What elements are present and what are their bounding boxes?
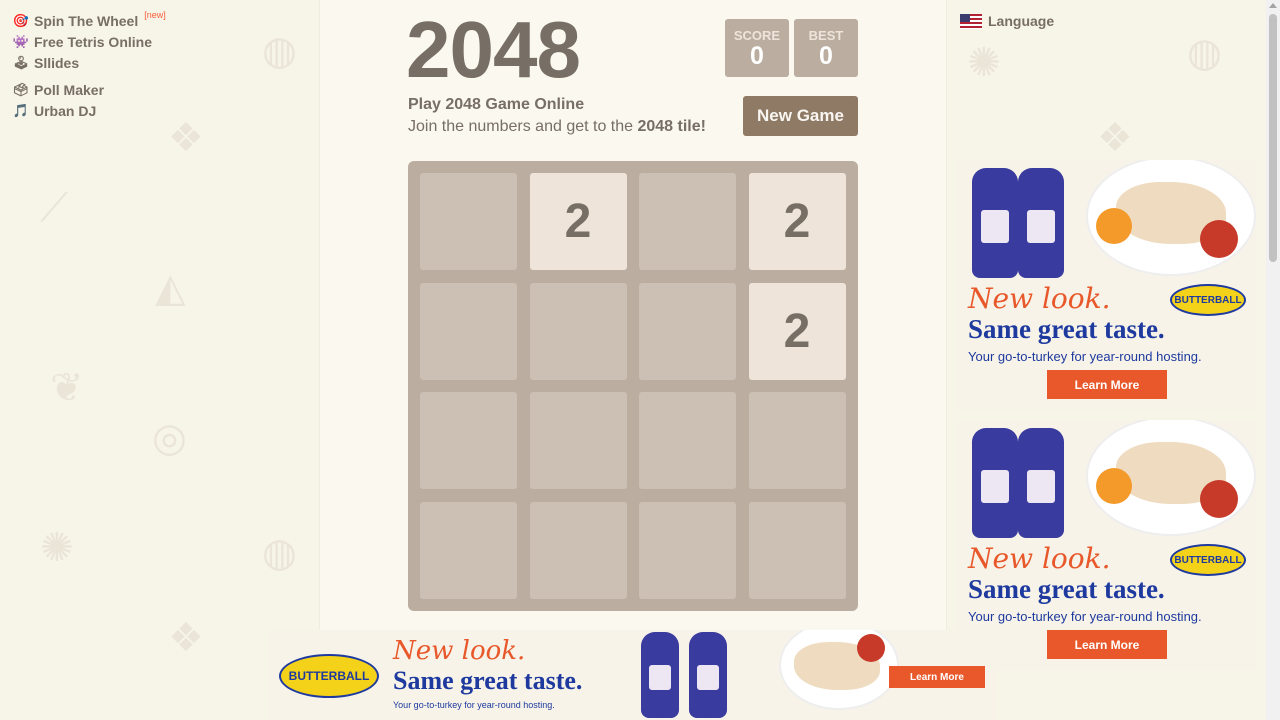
blood-orange-image (857, 634, 885, 662)
grid-cell (529, 282, 627, 380)
scroll-up-arrow-icon[interactable] (1269, 3, 1277, 8)
grid-cell (639, 173, 736, 270)
menu-item-label: Urban DJ (34, 102, 97, 119)
product-package-icon (972, 168, 1018, 278)
product-package-icon (689, 632, 727, 718)
product-package-icon (1018, 428, 1064, 538)
page-scrollbar[interactable] (1266, 0, 1280, 720)
menu-item-free-tetris-online[interactable]: 👾 Free Tetris Online (12, 31, 166, 52)
watermelon-icon: ◍ (1187, 30, 1222, 76)
product-package-icon (641, 632, 679, 718)
menu-item-label: Sllides (34, 54, 80, 71)
ad-learn-more-button[interactable]: Learn More (889, 666, 985, 688)
grid-cell (529, 392, 627, 489)
alien-invader-icon: 👾 (12, 33, 30, 49)
score-label: SCORE (733, 28, 781, 43)
grid-cell (639, 392, 736, 489)
ad-right-bottom[interactable]: New look. BUTTERBALL Same great taste. Y… (956, 420, 1256, 670)
grid-cell (639, 282, 736, 380)
ad-learn-more-button[interactable]: Learn More (1047, 630, 1167, 659)
tile: 2 (748, 282, 846, 380)
grapes-icon: ❖ (168, 115, 204, 161)
ad-subtext: Your go-to-turkey for year-round hosting… (968, 349, 1202, 364)
orange-slice-image (1096, 468, 1132, 504)
pineapple-icon: ✺ (967, 40, 1001, 86)
tile: 2 (529, 173, 627, 270)
ad-bottom-banner[interactable]: BUTTERBALL New look. Same great taste. Y… (269, 630, 997, 720)
grid-cell (420, 173, 517, 270)
menu-item-label: Free Tetris Online (34, 33, 152, 50)
intro-text-plain: Join the numbers and get to the (408, 118, 638, 135)
butterball-logo: BUTTERBALL (1170, 544, 1246, 576)
language-selector[interactable]: Language (960, 13, 1054, 29)
menu-item-spin-the-wheel[interactable]: 🎯 Spin The Wheel [new] (12, 10, 166, 31)
grid-cell (529, 501, 627, 599)
joystick-icon: 🕹 (12, 54, 30, 70)
product-package-icon (972, 428, 1018, 538)
grid-cell (420, 392, 517, 489)
steak-icon: ◎ (152, 415, 187, 461)
best-label: BEST (808, 28, 844, 43)
target-icon: 🎯 (12, 12, 30, 28)
menu-item-urban-dj[interactable]: 🎵 Urban DJ (12, 100, 166, 121)
ad-learn-more-button[interactable]: Learn More (1047, 370, 1167, 399)
watermelon-icon: ◍ (262, 530, 297, 576)
grapes-icon: ❖ (168, 615, 204, 661)
watermelon-icon: ◍ (262, 28, 297, 74)
left-menu: 🎯 Spin The Wheel [new] 👾 Free Tetris Onl… (12, 10, 166, 121)
butterball-logo: BUTTERBALL (1170, 284, 1246, 316)
us-flag-icon (960, 13, 982, 29)
best-value: 0 (819, 42, 833, 70)
menu-item-poll-maker[interactable]: 🗳 Poll Maker (12, 79, 166, 100)
menu-item-sllides[interactable]: 🕹 Sllides (12, 52, 166, 73)
ad-headline: Same great taste. (393, 666, 583, 695)
new-badge: [new] (144, 9, 166, 20)
ad-headline: Same great taste. (968, 574, 1165, 604)
blood-orange-image (1200, 480, 1238, 518)
grid-cell (748, 392, 846, 489)
orange-slice-image (1096, 208, 1132, 244)
ad-headline: Same great taste. (968, 314, 1165, 344)
grid-cell (420, 282, 517, 380)
blood-orange-image (1200, 220, 1238, 258)
cherries-icon: ❦ (50, 365, 84, 411)
ad-headline-italic: New look. (393, 636, 526, 666)
scrollbar-thumb[interactable] (1269, 14, 1277, 262)
music-note-icon: 🎵 (12, 102, 30, 118)
ad-subtext: Your go-to-turkey for year-round hosting… (393, 700, 555, 710)
intro-text: Join the numbers and get to the 2048 til… (408, 118, 706, 136)
asparagus-icon: ⟋ (40, 185, 68, 231)
chicken-icon: ◭ (155, 265, 186, 311)
game-board[interactable]: 2 2 2 (408, 161, 858, 611)
score-value: 0 (750, 42, 764, 70)
ad-right-top[interactable]: New look. BUTTERBALL Same great taste. Y… (956, 160, 1256, 410)
product-package-icon (1018, 168, 1064, 278)
menu-item-label: Spin The Wheel (34, 12, 139, 29)
game-title: 2048 (406, 5, 581, 94)
butterball-logo: BUTTERBALL (279, 654, 379, 698)
ballot-box-icon: 🗳 (12, 81, 30, 97)
tile: 2 (748, 173, 846, 270)
ad-headline-italic: New look. (968, 282, 1111, 315)
new-game-button[interactable]: New Game (743, 96, 858, 136)
pineapple-icon: ✺ (40, 525, 74, 571)
best-score-box: BEST 0 (794, 19, 858, 77)
intro-text-bold: 2048 tile! (637, 118, 706, 135)
grid-cell (420, 501, 517, 599)
score-box: SCORE 0 (725, 19, 789, 77)
language-label: Language (988, 13, 1055, 29)
grapes-icon: ❖ (1097, 115, 1133, 161)
intro-title: Play 2048 Game Online (408, 96, 585, 113)
ad-subtext: Your go-to-turkey for year-round hosting… (968, 609, 1202, 624)
menu-item-label: Poll Maker (34, 81, 105, 98)
grid-cell (748, 501, 846, 599)
grid-cell (639, 501, 736, 599)
ad-headline-italic: New look. (968, 542, 1111, 575)
